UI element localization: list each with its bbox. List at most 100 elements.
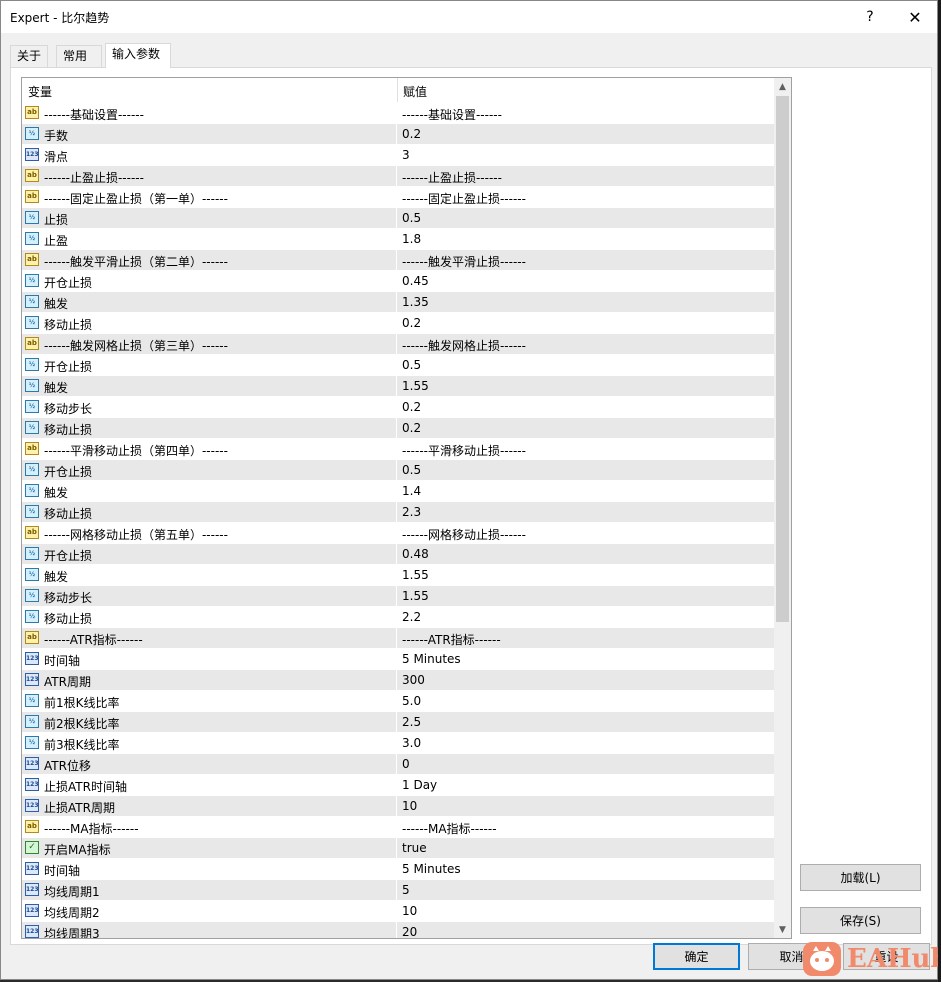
value-cell[interactable]: 0.45 xyxy=(398,271,774,291)
variable-cell[interactable]: ½ 移动止损 xyxy=(22,313,397,333)
value-cell[interactable]: ------基础设置------ xyxy=(398,103,774,123)
value-cell[interactable]: ------触发平滑止损------ xyxy=(398,250,774,270)
value-cell[interactable]: 0.2 xyxy=(398,124,774,144)
value-cell[interactable]: 3.0 xyxy=(398,733,774,753)
table-row[interactable]: ab ------触发平滑止损（第二单）------ ------触发平滑止损---… xyxy=(22,249,774,270)
table-row[interactable]: ½ 开仓止损 0.5 xyxy=(22,354,774,375)
variable-value[interactable]: 10 xyxy=(402,799,417,813)
table-row[interactable]: 123 时间轴 5 Minutes xyxy=(22,858,774,879)
table-row[interactable]: ½ 移动止损 0.2 xyxy=(22,417,774,438)
value-cell[interactable]: 5 Minutes xyxy=(398,859,774,879)
variable-value[interactable]: 1 Day xyxy=(402,778,437,792)
variable-value[interactable]: 2.3 xyxy=(402,505,421,519)
table-row[interactable]: ab ------ATR指标------ ------ATR指标------ xyxy=(22,627,774,648)
scroll-up-arrow-icon[interactable]: ▲ xyxy=(774,78,791,95)
variable-value[interactable]: 0.45 xyxy=(402,274,429,288)
value-cell[interactable]: 0.5 xyxy=(398,208,774,228)
variable-cell[interactable]: ab ------平滑移动止损（第四单）------ xyxy=(22,439,397,459)
value-cell[interactable]: 5.0 xyxy=(398,691,774,711)
table-row[interactable]: ab ------平滑移动止损（第四单）------ ------平滑移动止损---… xyxy=(22,438,774,459)
variable-value[interactable]: ------触发平滑止损------ xyxy=(402,253,526,270)
scroll-down-arrow-icon[interactable]: ▼ xyxy=(774,921,791,938)
table-row[interactable]: 123 时间轴 5 Minutes xyxy=(22,648,774,669)
value-cell[interactable]: 1.4 xyxy=(398,481,774,501)
variable-value[interactable]: 5 xyxy=(402,883,410,897)
table-row[interactable]: ½ 前1根K线比率 5.0 xyxy=(22,690,774,711)
table-row[interactable]: 123 止损ATR时间轴 1 Day xyxy=(22,774,774,795)
table-row[interactable]: ½ 移动止损 2.2 xyxy=(22,606,774,627)
table-row[interactable]: ab ------基础设置------ ------基础设置------ xyxy=(22,102,774,123)
table-row[interactable]: ½ 触发 1.35 xyxy=(22,291,774,312)
variable-cell[interactable]: ✓ 开启MA指标 xyxy=(22,838,397,858)
variable-value[interactable]: 0.2 xyxy=(402,316,421,330)
table-row[interactable]: ab ------固定止盈止损（第一单）------ ------固定止盈止损---… xyxy=(22,186,774,207)
variable-cell[interactable]: ½ 止损 xyxy=(22,208,397,228)
variable-cell[interactable]: ½ 开仓止损 xyxy=(22,355,397,375)
value-cell[interactable]: true xyxy=(398,838,774,858)
variable-value[interactable]: ------网格移动止损------ xyxy=(402,526,526,543)
variable-cell[interactable]: 123 止损ATR周期 xyxy=(22,796,397,816)
table-row[interactable]: 123 ATR位移 0 xyxy=(22,753,774,774)
variable-cell[interactable]: 123 均线周期2 xyxy=(22,901,397,921)
column-header-variable[interactable]: 变量 xyxy=(28,83,52,100)
variable-value[interactable]: ------ATR指标------ xyxy=(402,631,501,648)
variable-cell[interactable]: 123 ATR位移 xyxy=(22,754,397,774)
variable-value[interactable]: 1.4 xyxy=(402,484,421,498)
value-cell[interactable]: 2.3 xyxy=(398,502,774,522)
tab-common[interactable]: 常用 xyxy=(56,45,102,67)
variable-value[interactable]: 2.5 xyxy=(402,715,421,729)
table-row[interactable]: ½ 移动止损 2.3 xyxy=(22,501,774,522)
variable-value[interactable]: 1.55 xyxy=(402,568,429,582)
variable-cell[interactable]: ½ 止盈 xyxy=(22,229,397,249)
value-cell[interactable]: ------固定止盈止损------ xyxy=(398,187,774,207)
variable-value[interactable]: 0.48 xyxy=(402,547,429,561)
scrollbar-thumb[interactable] xyxy=(776,96,789,622)
table-row[interactable]: 123 均线周期2 10 xyxy=(22,900,774,921)
value-cell[interactable]: 0.5 xyxy=(398,460,774,480)
variable-value[interactable]: ------触发网格止损------ xyxy=(402,337,526,354)
value-cell[interactable]: 2.5 xyxy=(398,712,774,732)
variable-value[interactable]: 0.5 xyxy=(402,463,421,477)
variable-value[interactable]: ------平滑移动止损------ xyxy=(402,442,526,459)
variable-cell[interactable]: ab ------止盈止损------ xyxy=(22,166,397,186)
variable-cell[interactable]: ab ------触发网格止损（第三单）------ xyxy=(22,334,397,354)
variable-value[interactable]: 10 xyxy=(402,904,417,918)
table-row[interactable]: 123 均线周期1 5 xyxy=(22,879,774,900)
table-row[interactable]: ½ 移动步长 1.55 xyxy=(22,585,774,606)
value-cell[interactable]: 0.48 xyxy=(398,544,774,564)
variable-cell[interactable]: ab ------ATR指标------ xyxy=(22,628,397,648)
variable-value[interactable]: 3 xyxy=(402,148,410,162)
table-row[interactable]: 123 ATR周期 300 xyxy=(22,669,774,690)
variable-value[interactable]: 1.55 xyxy=(402,379,429,393)
variable-value[interactable]: 20 xyxy=(402,925,417,938)
value-cell[interactable]: ------平滑移动止损------ xyxy=(398,439,774,459)
value-cell[interactable]: 3 xyxy=(398,145,774,165)
variable-value[interactable]: 0.5 xyxy=(402,358,421,372)
table-row[interactable]: ½ 移动止损 0.2 xyxy=(22,312,774,333)
variable-cell[interactable]: ½ 前1根K线比率 xyxy=(22,691,397,711)
table-row[interactable]: 123 滑点 3 xyxy=(22,144,774,165)
variable-cell[interactable]: ab ------触发平滑止损（第二单）------ xyxy=(22,250,397,270)
value-cell[interactable]: 0.2 xyxy=(398,313,774,333)
variable-cell[interactable]: ½ 触发 xyxy=(22,376,397,396)
tab-inputs[interactable]: 输入参数 xyxy=(105,43,171,68)
value-cell[interactable]: 1.55 xyxy=(398,565,774,585)
value-cell[interactable]: ------止盈止损------ xyxy=(398,166,774,186)
value-cell[interactable]: 300 xyxy=(398,670,774,690)
variable-cell[interactable]: 123 时间轴 xyxy=(22,649,397,669)
save-button[interactable]: 保存(S) xyxy=(800,907,921,934)
value-cell[interactable]: ------触发网格止损------ xyxy=(398,334,774,354)
table-row[interactable]: ½ 前3根K线比率 3.0 xyxy=(22,732,774,753)
column-header-value[interactable]: 赋值 xyxy=(403,83,427,100)
value-cell[interactable]: 1.35 xyxy=(398,292,774,312)
ok-button[interactable]: 确定 xyxy=(653,943,740,970)
variable-value[interactable]: 0.5 xyxy=(402,211,421,225)
table-row[interactable]: 123 均线周期3 20 xyxy=(22,921,774,938)
variable-cell[interactable]: ab ------基础设置------ xyxy=(22,103,397,123)
value-cell[interactable]: 1.8 xyxy=(398,229,774,249)
table-row[interactable]: ✓ 开启MA指标 true xyxy=(22,837,774,858)
table-row[interactable]: ½ 触发 1.55 xyxy=(22,375,774,396)
value-cell[interactable]: 5 xyxy=(398,880,774,900)
variable-cell[interactable]: ½ 前2根K线比率 xyxy=(22,712,397,732)
variable-cell[interactable]: ab ------网格移动止损（第五单）------ xyxy=(22,523,397,543)
